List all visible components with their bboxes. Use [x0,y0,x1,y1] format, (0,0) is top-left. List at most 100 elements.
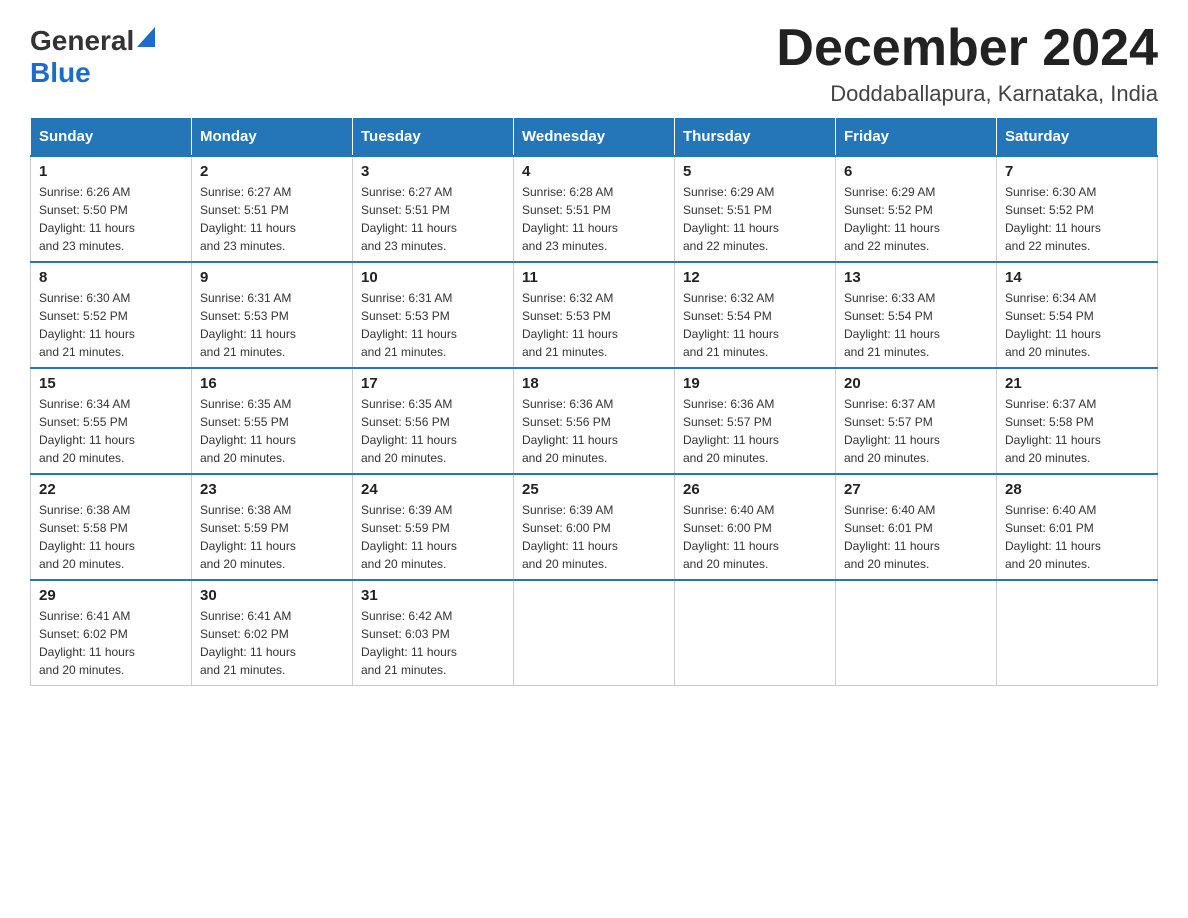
calendar-cell [675,580,836,686]
calendar-cell: 5Sunrise: 6:29 AMSunset: 5:51 PMDaylight… [675,156,836,262]
week-row-2: 8 Sunrise: 6:30 AMSunset: 5:52 PMDaylight… [31,262,1158,368]
calendar-cell: 26 Sunrise: 6:40 AMSunset: 6:00 PMDayligh… [675,474,836,580]
header-wednesday: Wednesday [514,118,675,157]
day-number: 26 [683,481,827,498]
day-info: Sunrise: 6:40 AMSunset: 6:01 PMDaylight:… [1005,501,1149,573]
calendar-cell [836,580,997,686]
header-sunday: Sunday [31,118,192,157]
calendar-cell: 18 Sunrise: 6:36 AMSunset: 5:56 PMDayligh… [514,368,675,474]
day-info: Sunrise: 6:41 AMSunset: 6:02 PMDaylight:… [39,607,183,679]
calendar-cell [514,580,675,686]
calendar-cell: 10Sunrise: 6:31 AMSunset: 5:53 PMDayligh… [353,262,514,368]
day-number: 6 [844,163,988,180]
day-info: Sunrise: 6:30 AMSunset: 5:52 PMDaylight:… [39,289,183,361]
calendar-cell: 22 Sunrise: 6:38 AMSunset: 5:58 PMDayligh… [31,474,192,580]
calendar-header-row: SundayMondayTuesdayWednesdayThursdayFrid… [31,118,1158,157]
day-info: Sunrise: 6:29 AMSunset: 5:52 PMDaylight:… [844,183,988,255]
day-info: Sunrise: 6:34 AMSunset: 5:55 PMDaylight:… [39,395,183,467]
header-friday: Friday [836,118,997,157]
day-info: Sunrise: 6:37 AMSunset: 5:57 PMDaylight:… [844,395,988,467]
calendar-cell: 28 Sunrise: 6:40 AMSunset: 6:01 PMDayligh… [997,474,1158,580]
title-block: December 2024 Doddaballapura, Karnataka,… [776,20,1158,107]
header-thursday: Thursday [675,118,836,157]
day-number: 10 [361,269,505,286]
day-info: Sunrise: 6:26 AMSunset: 5:50 PMDaylight:… [39,183,183,255]
day-number: 5 [683,163,827,180]
logo: General Blue [30,20,156,89]
header-tuesday: Tuesday [353,118,514,157]
day-number: 29 [39,587,183,604]
day-number: 28 [1005,481,1149,498]
day-number: 13 [844,269,988,286]
location-subtitle: Doddaballapura, Karnataka, India [776,81,1158,107]
day-info: Sunrise: 6:35 AMSunset: 5:55 PMDaylight:… [200,395,344,467]
calendar-cell: 6 Sunrise: 6:29 AMSunset: 5:52 PMDaylight… [836,156,997,262]
day-number: 12 [683,269,827,286]
calendar-cell: 4Sunrise: 6:28 AMSunset: 5:51 PMDaylight… [514,156,675,262]
day-info: Sunrise: 6:32 AMSunset: 5:54 PMDaylight:… [683,289,827,361]
day-info: Sunrise: 6:39 AMSunset: 5:59 PMDaylight:… [361,501,505,573]
header-monday: Monday [192,118,353,157]
calendar-cell: 7 Sunrise: 6:30 AMSunset: 5:52 PMDaylight… [997,156,1158,262]
calendar-cell: 25 Sunrise: 6:39 AMSunset: 6:00 PMDayligh… [514,474,675,580]
calendar-cell: 23 Sunrise: 6:38 AMSunset: 5:59 PMDayligh… [192,474,353,580]
day-info: Sunrise: 6:34 AMSunset: 5:54 PMDaylight:… [1005,289,1149,361]
day-number: 17 [361,375,505,392]
day-info: Sunrise: 6:38 AMSunset: 5:58 PMDaylight:… [39,501,183,573]
day-number: 1 [39,163,183,180]
day-number: 16 [200,375,344,392]
day-info: Sunrise: 6:38 AMSunset: 5:59 PMDaylight:… [200,501,344,573]
calendar-cell: 2 Sunrise: 6:27 AMSunset: 5:51 PMDaylight… [192,156,353,262]
logo-triangle-icon [137,27,155,52]
day-info: Sunrise: 6:39 AMSunset: 6:00 PMDaylight:… [522,501,666,573]
day-info: Sunrise: 6:36 AMSunset: 5:57 PMDaylight:… [683,395,827,467]
calendar-cell: 17 Sunrise: 6:35 AMSunset: 5:56 PMDayligh… [353,368,514,474]
day-info: Sunrise: 6:32 AMSunset: 5:53 PMDaylight:… [522,289,666,361]
month-title: December 2024 [776,20,1158,77]
day-number: 18 [522,375,666,392]
calendar-cell: 31Sunrise: 6:42 AMSunset: 6:03 PMDayligh… [353,580,514,686]
calendar-cell [997,580,1158,686]
calendar-cell: 1 Sunrise: 6:26 AMSunset: 5:50 PMDaylight… [31,156,192,262]
week-row-1: 1 Sunrise: 6:26 AMSunset: 5:50 PMDaylight… [31,156,1158,262]
day-number: 24 [361,481,505,498]
day-info: Sunrise: 6:33 AMSunset: 5:54 PMDaylight:… [844,289,988,361]
day-number: 7 [1005,163,1149,180]
day-info: Sunrise: 6:40 AMSunset: 6:00 PMDaylight:… [683,501,827,573]
day-number: 2 [200,163,344,180]
week-row-5: 29 Sunrise: 6:41 AMSunset: 6:02 PMDayligh… [31,580,1158,686]
day-number: 25 [522,481,666,498]
day-number: 20 [844,375,988,392]
calendar-cell: 20 Sunrise: 6:37 AMSunset: 5:57 PMDayligh… [836,368,997,474]
day-info: Sunrise: 6:27 AMSunset: 5:51 PMDaylight:… [200,183,344,255]
day-info: Sunrise: 6:35 AMSunset: 5:56 PMDaylight:… [361,395,505,467]
day-info: Sunrise: 6:30 AMSunset: 5:52 PMDaylight:… [1005,183,1149,255]
logo-general-text: General [30,25,134,57]
day-number: 31 [361,587,505,604]
calendar-cell: 21 Sunrise: 6:37 AMSunset: 5:58 PMDayligh… [997,368,1158,474]
day-number: 11 [522,269,666,286]
calendar-table: SundayMondayTuesdayWednesdayThursdayFrid… [30,117,1158,686]
day-info: Sunrise: 6:37 AMSunset: 5:58 PMDaylight:… [1005,395,1149,467]
day-number: 14 [1005,269,1149,286]
day-number: 19 [683,375,827,392]
day-info: Sunrise: 6:36 AMSunset: 5:56 PMDaylight:… [522,395,666,467]
day-info: Sunrise: 6:40 AMSunset: 6:01 PMDaylight:… [844,501,988,573]
day-number: 8 [39,269,183,286]
calendar-cell: 9Sunrise: 6:31 AMSunset: 5:53 PMDaylight… [192,262,353,368]
calendar-cell: 3Sunrise: 6:27 AMSunset: 5:51 PMDaylight… [353,156,514,262]
calendar-cell: 11 Sunrise: 6:32 AMSunset: 5:53 PMDayligh… [514,262,675,368]
day-number: 4 [522,163,666,180]
day-number: 27 [844,481,988,498]
calendar-cell: 19 Sunrise: 6:36 AMSunset: 5:57 PMDayligh… [675,368,836,474]
calendar-cell: 16 Sunrise: 6:35 AMSunset: 5:55 PMDayligh… [192,368,353,474]
logo-blue-text: Blue [30,57,91,88]
calendar-cell: 24 Sunrise: 6:39 AMSunset: 5:59 PMDayligh… [353,474,514,580]
calendar-cell: 13 Sunrise: 6:33 AMSunset: 5:54 PMDayligh… [836,262,997,368]
week-row-3: 15Sunrise: 6:34 AMSunset: 5:55 PMDayligh… [31,368,1158,474]
calendar-cell: 30Sunrise: 6:41 AMSunset: 6:02 PMDayligh… [192,580,353,686]
page-header: General Blue December 2024 Doddaballapur… [30,20,1158,107]
day-number: 21 [1005,375,1149,392]
day-number: 23 [200,481,344,498]
day-number: 22 [39,481,183,498]
